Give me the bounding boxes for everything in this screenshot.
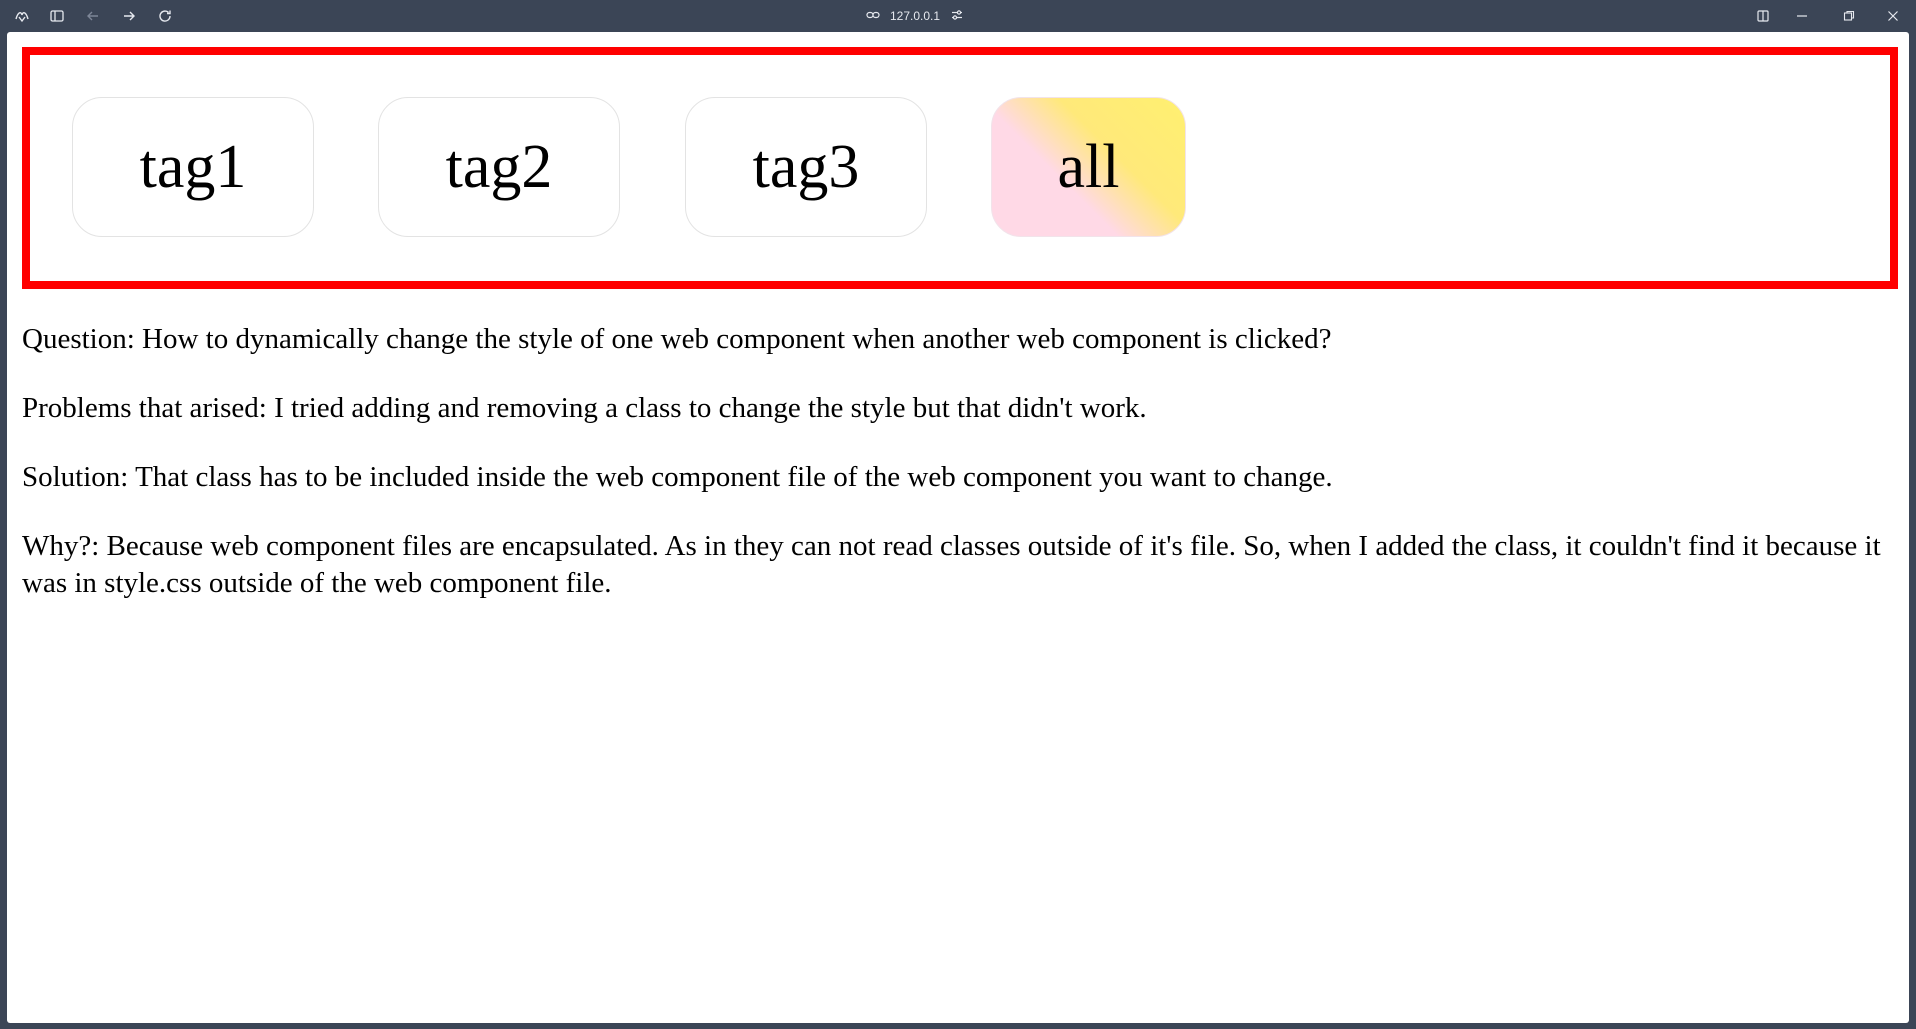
tag-button-tag1[interactable]: tag1 — [72, 97, 314, 237]
browser-logo-icon[interactable] — [12, 6, 32, 26]
split-view-icon[interactable] — [1753, 6, 1773, 26]
minimize-icon[interactable] — [1792, 6, 1812, 26]
close-icon[interactable] — [1883, 6, 1903, 26]
site-settings-icon[interactable] — [950, 8, 964, 25]
forward-arrow-icon[interactable] — [119, 6, 139, 26]
problems-paragraph: Problems that arised: I tried adding and… — [22, 392, 1147, 424]
browser-titlebar: 127.0.0.1 — [0, 0, 1916, 32]
tag-button-all[interactable]: all — [991, 97, 1186, 237]
back-arrow-icon[interactable] — [83, 6, 103, 26]
link-icon — [866, 8, 880, 25]
notes-content: Question: How to dynamically change the … — [22, 321, 1882, 634]
page-viewport: tag1 tag2 tag3 all Question: How to dyna… — [7, 32, 1909, 1023]
tag-button-tag2[interactable]: tag2 — [378, 97, 620, 237]
tag-bar: tag1 tag2 tag3 all — [22, 47, 1898, 289]
tag-button-tag3[interactable]: tag3 — [685, 97, 927, 237]
why-paragraph: Why?: Because web component files are en… — [22, 530, 1881, 599]
sidebar-toggle-icon[interactable] — [47, 6, 67, 26]
question-paragraph: Question: How to dynamically change the … — [22, 323, 1332, 355]
solution-paragraph: Solution: That class has to be included … — [22, 461, 1333, 493]
address-bar[interactable]: 127.0.0.1 — [866, 6, 964, 26]
reload-icon[interactable] — [155, 6, 175, 26]
address-text[interactable]: 127.0.0.1 — [890, 9, 940, 23]
restore-icon[interactable] — [1839, 6, 1859, 26]
